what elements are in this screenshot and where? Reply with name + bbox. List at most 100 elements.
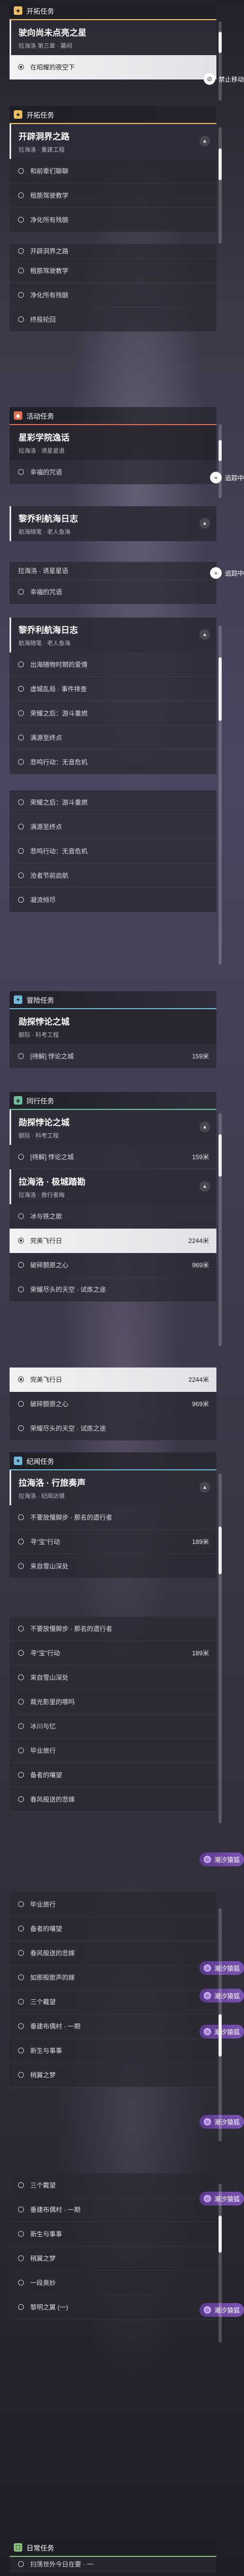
category-header-lore[interactable]: ✦ 纪闻任务 xyxy=(10,1452,216,1470)
mission-step[interactable]: 裁光影里的哪吗 xyxy=(10,1690,216,1714)
mission-step[interactable]: 凝流倾尽 xyxy=(10,888,216,912)
mission-card[interactable]: 拉海洛 · 极城踏勘 拉海洛 · 救行者梅 ▲ xyxy=(10,1169,216,1204)
mission-step[interactable]: 在昭耀的夜空下 xyxy=(10,55,216,80)
scrollbar-thumb[interactable] xyxy=(219,440,222,461)
mission-step[interactable]: 来自雪山深处 xyxy=(10,1554,216,1578)
chevron-up-icon[interactable]: ▲ xyxy=(199,136,210,146)
mission-card[interactable]: 黎乔利航海日志 航海随笔 · 老人鱼海 ▲ xyxy=(10,617,216,652)
mission-step[interactable]: 拉海洛 · 诱星星语 xyxy=(10,562,216,580)
scrollbar[interactable] xyxy=(219,1908,222,2141)
step-ring-icon xyxy=(18,1926,24,1931)
mission-step[interactable]: 出海随物时期的爱情 xyxy=(10,652,216,677)
mission-step[interactable]: 毕业旅行 xyxy=(10,1739,216,1763)
mission-step[interactable]: 净化所有残骸 xyxy=(10,283,216,307)
mission-step[interactable]: 和前辈们聊聊 xyxy=(10,159,216,183)
scrollbar[interactable] xyxy=(219,1113,222,1346)
mission-step[interactable]: [待解] 悖论之城 159米 xyxy=(10,1044,216,1069)
mission-step[interactable]: 终极轮回 xyxy=(10,307,216,332)
scrollbar-thumb[interactable] xyxy=(219,2216,222,2253)
scrollbar[interactable] xyxy=(219,625,222,965)
mission-step[interactable]: 来自雪山深处 xyxy=(10,1665,216,1690)
category-header-adventure[interactable]: ✦ 冒险任务 xyxy=(10,991,216,1009)
category-header-trailblaze[interactable]: ★ 开拓任务 xyxy=(10,106,216,124)
scrollbar[interactable] xyxy=(219,127,222,244)
mission-step[interactable]: 备者的嚷望 xyxy=(10,1917,216,1941)
mission-step[interactable]: 寻“宝”行动 189米 xyxy=(10,1530,216,1554)
mission-step[interactable]: 悲鸣行动：无音危机 xyxy=(10,839,216,863)
mission-step[interactable]: 不要放慢脚步 · 那名的遗行者 xyxy=(10,1617,216,1641)
mission-step[interactable]: 沧者节前启航 xyxy=(10,863,216,888)
mission-card[interactable]: 勋探悖论之城 额际 · 科考工程 xyxy=(10,1009,216,1044)
tide-icon: ◎ xyxy=(203,2118,211,2125)
mission-step[interactable]: 破碎颤原之心 969米 xyxy=(10,1392,216,1416)
mission-step[interactable]: 寻“宝”行动 189米 xyxy=(10,1641,216,1665)
mission-card[interactable]: 勋探悖论之城 额际 · 科考工程 ▲ xyxy=(10,1110,216,1145)
category-header-trailblaze[interactable]: ★ 开拓任务 xyxy=(10,2,216,20)
mission-step[interactable]: 满源至终点 xyxy=(10,726,216,750)
mission-step[interactable]: 不要放慢脚步 · 那名的遗行者 xyxy=(10,1505,216,1530)
mission-step[interactable]: 幸福的咒语 xyxy=(10,460,216,484)
mission-card[interactable]: 拉海洛 · 行旅奏声 拉海洛 · 纪闻访镜 ▲ xyxy=(10,1470,216,1505)
mission-step[interactable]: 荣耀尽头的天空 · 试炼之途 xyxy=(10,1416,216,1441)
step-ring-icon xyxy=(18,469,24,475)
mission-step[interactable]: 一段奥妙 xyxy=(10,2271,216,2295)
scrollbar[interactable] xyxy=(219,424,222,498)
category-header-companion[interactable]: ◈ 同行任务 xyxy=(10,1092,216,1110)
mission-step[interactable]: 满源至终点 xyxy=(10,815,216,839)
mission-step[interactable]: 如那般歌声的嫁 xyxy=(10,1965,216,1990)
mission-step[interactable]: 三个戴望 xyxy=(10,1990,216,2014)
scrollbar[interactable] xyxy=(219,2184,222,2343)
mission-step[interactable]: 扫荡世外今日在要 · 一 xyxy=(10,2557,216,2572)
mission-step[interactable]: [待解] 悖论之城 159米 xyxy=(10,1145,216,1169)
mission-step[interactable]: 虚城乱局 · 事件排查 xyxy=(10,677,216,701)
mission-step[interactable]: 备者的嚷望 xyxy=(10,1763,216,1787)
scrollbar-thumb[interactable] xyxy=(219,148,222,180)
chevron-up-icon[interactable]: ▲ xyxy=(199,518,210,528)
scrollbar[interactable] xyxy=(219,21,222,101)
mission-step[interactable]: 三个戴望 xyxy=(10,2173,216,2198)
mission-step[interactable]: 稍翼之梦 xyxy=(10,2063,216,2087)
scrollbar[interactable] xyxy=(219,1474,222,1823)
mission-step[interactable]: 荣耀之后：游斗重燃 xyxy=(10,790,216,815)
mission-step[interactable]: 租筋驾驶教学 xyxy=(10,259,216,283)
mission-card[interactable]: 星彩学院逸话 拉海洛 · 诱星星语 xyxy=(10,425,216,460)
mission-step[interactable]: 破碎颤原之心 969米 xyxy=(10,1253,216,1277)
mission-card[interactable]: 开辟洞界之路 拉海洛 · 重建工程 ▲ xyxy=(10,124,216,159)
scrollbar-thumb[interactable] xyxy=(219,1527,222,1574)
mission-card[interactable]: 驶向尚未点亮之星 拉海洛 第三章 · 幕间 xyxy=(10,20,216,55)
mission-step[interactable]: 完美飞行日 2244米 xyxy=(10,1229,216,1253)
mission-step[interactable]: 净化所有残骸 xyxy=(10,208,216,232)
mission-step[interactable]: 完美飞行日 2244米 xyxy=(10,1368,216,1392)
mission-step[interactable]: 悲鸣行动：无音危机 xyxy=(10,750,216,774)
mission-step[interactable]: 新生与事事 xyxy=(10,2222,216,2246)
step-ring-icon xyxy=(18,316,24,322)
mission-step[interactable]: 幸福的咒语 xyxy=(10,580,216,604)
chevron-up-icon[interactable]: ▲ xyxy=(199,1122,210,1132)
chevron-up-icon[interactable]: ▲ xyxy=(199,1482,210,1493)
mission-step[interactable]: 荣耀尽头的天空 · 试炼之途 xyxy=(10,1277,216,1302)
mission-step[interactable]: 冰川与忆 xyxy=(10,1714,216,1739)
mission-step[interactable]: 开辟洞界之路 xyxy=(10,244,216,259)
mission-step[interactable]: 春风般送的悲嫁 xyxy=(10,1941,216,1965)
mission-step[interactable]: 租筋驾驶教学 xyxy=(10,183,216,208)
mission-step[interactable]: 毕业旅行 xyxy=(10,1892,216,1917)
scrollbar-thumb[interactable] xyxy=(219,32,222,53)
mission-step[interactable]: 稍翼之梦 xyxy=(10,2246,216,2271)
mission-step[interactable]: 冰与铁之歌 xyxy=(10,1204,216,1229)
category-header-event[interactable]: ◆ 活动任务 xyxy=(10,407,216,425)
mission-step[interactable]: 垂建布偶村 · 一期 xyxy=(10,2014,216,2039)
chevron-up-icon[interactable]: ▲ xyxy=(199,1181,210,1192)
category-header-daily[interactable]: ☐ 日常任务 xyxy=(10,2539,216,2557)
scrollbar-thumb[interactable] xyxy=(219,2014,222,2057)
scrollbar-thumb[interactable] xyxy=(219,1134,222,1177)
mission-step[interactable]: 垂建布偶村 · 一期 xyxy=(10,2198,216,2222)
mission-card[interactable]: 黎乔利航海日志 航海随笔 · 老人鱼海 ▲ xyxy=(10,506,216,541)
step-ring-icon xyxy=(18,1723,24,1729)
mission-step[interactable]: 荣耀之后：游斗重燃 xyxy=(10,701,216,726)
scrollbar-thumb[interactable] xyxy=(219,657,222,721)
chevron-up-icon[interactable]: ▲ xyxy=(199,629,210,640)
mission-step[interactable]: 新生与事事 xyxy=(10,2039,216,2063)
mission-step[interactable]: 春风般送的悲嫁 xyxy=(10,1787,216,1812)
mission-step[interactable]: 黎明之翼 (一) xyxy=(10,2295,216,2319)
compass-icon: ✦ xyxy=(14,995,22,1004)
